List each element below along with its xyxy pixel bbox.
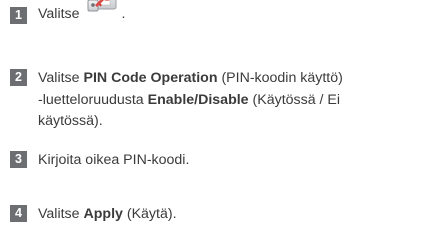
step-number: 2 — [10, 69, 27, 86]
step-3: 3 Kirjoita oikea PIN-koodi. — [10, 150, 437, 172]
step-text: Valitse PIN Code Operation (PIN-koodin k… — [38, 68, 343, 133]
enable-disable-label: Enable/Disable — [147, 91, 249, 108]
step-line-2: -luetteloruudusta Enable/Disable (Käytös… — [38, 91, 341, 108]
step-period: . — [121, 5, 126, 22]
step-number: 1 — [10, 7, 27, 24]
pin-code-operation-label: PIN Code Operation — [83, 70, 218, 86]
step-line-1: Valitse PIN Code Operation (PIN-koodin k… — [38, 70, 343, 86]
step-1: 1 Valitse . — [10, 0, 437, 25]
step-text: Valitse . — [38, 0, 126, 25]
step-2: 2 Valitse PIN Code Operation (PIN-koodin… — [10, 68, 437, 133]
step-text: Valitse Apply (Käytä). — [38, 206, 177, 222]
step-number: 3 — [10, 151, 27, 168]
step-label: Valitse — [38, 5, 80, 22]
apply-label: Apply — [83, 206, 123, 222]
step-line-3: käytössä). — [38, 113, 103, 129]
step-number: 4 — [10, 205, 27, 222]
pin-lock-settings-icon — [86, 0, 122, 13]
step-4: 4 Valitse Apply (Käytä). — [10, 204, 437, 226]
step-text: Kirjoita oikea PIN-koodi. — [38, 152, 190, 168]
